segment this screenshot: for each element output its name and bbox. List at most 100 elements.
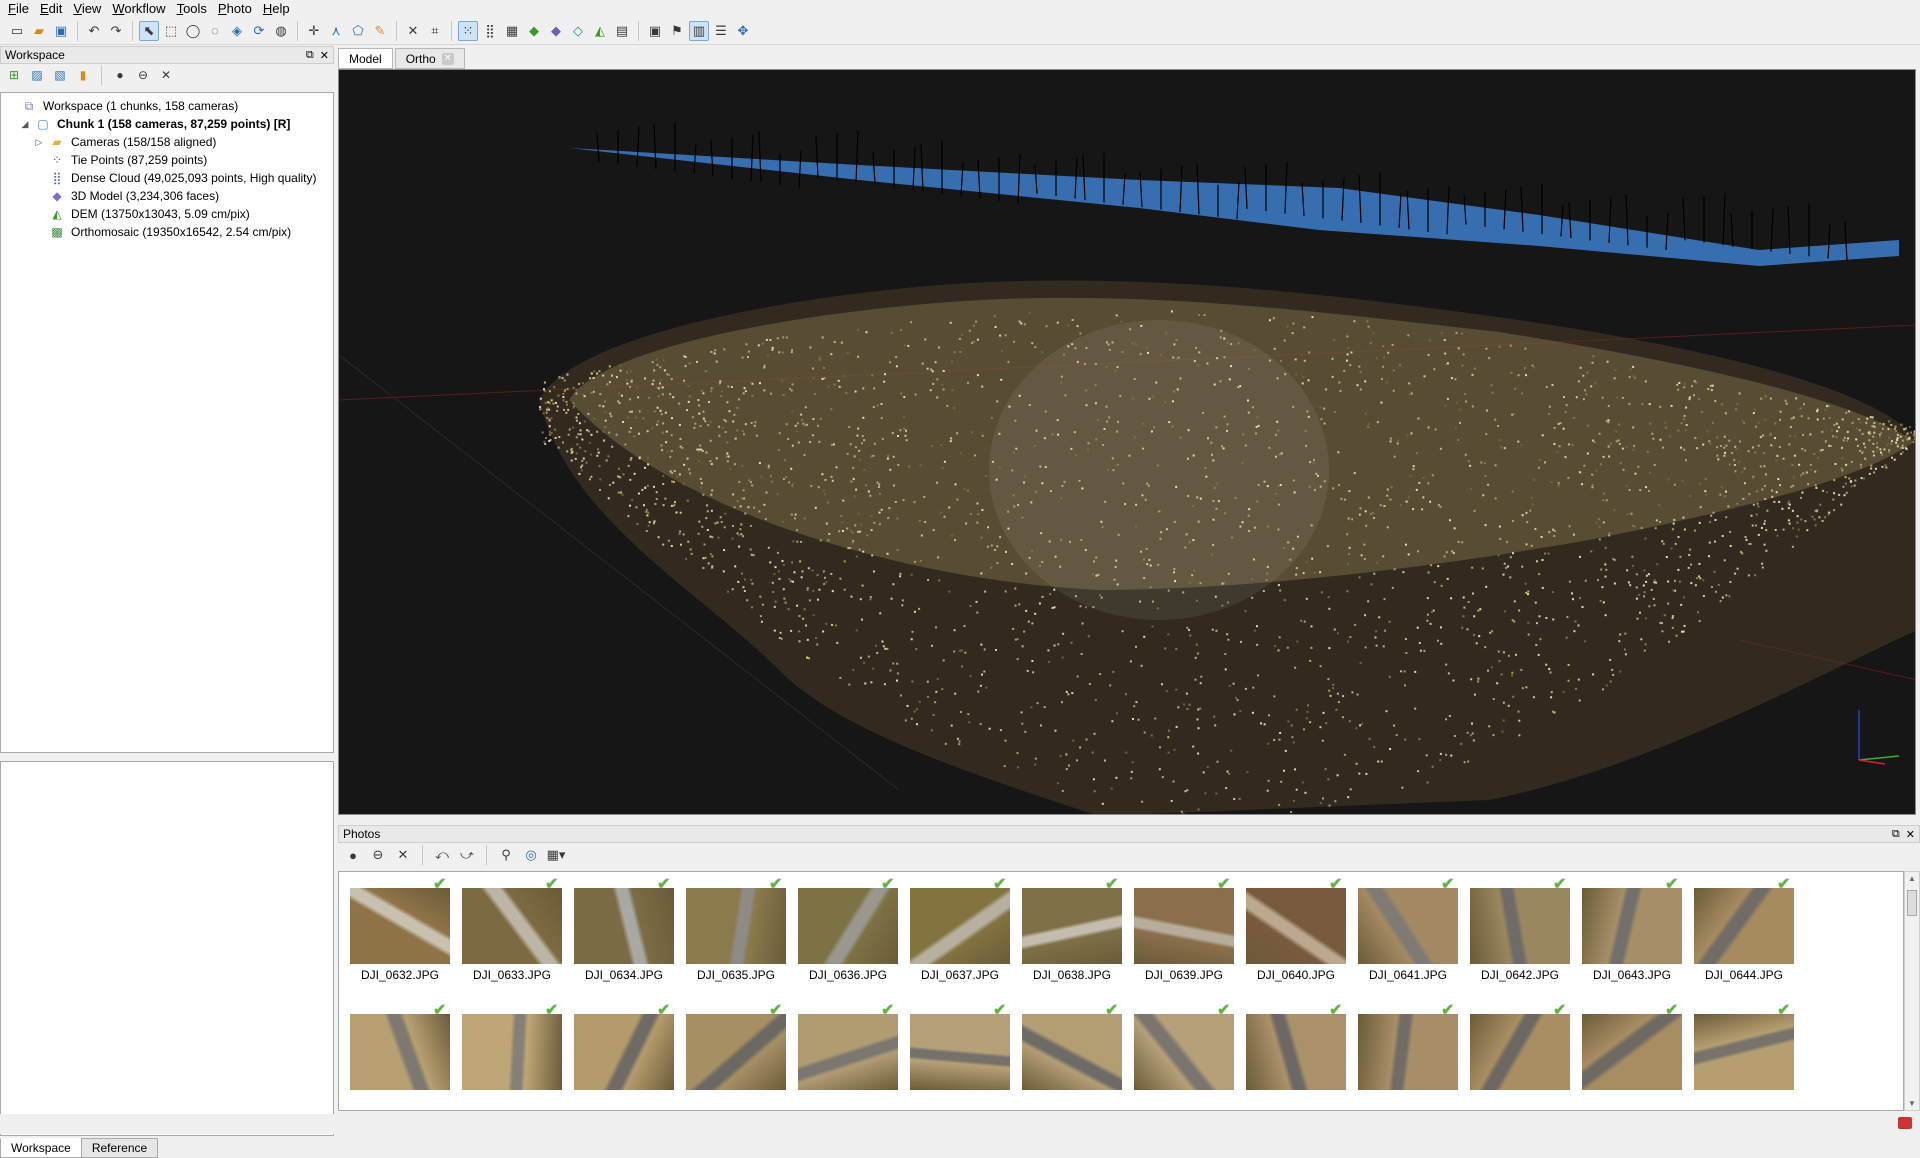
tree-item[interactable]: ▩Orthomosaic (19350x16542, 2.54 cm/pix)	[1, 223, 333, 241]
photo-thumbnail[interactable]: ✔	[563, 990, 675, 1110]
menu-view[interactable]: View	[73, 1, 101, 16]
menu-help[interactable]: Help	[263, 1, 290, 16]
open-icon[interactable]: ▰	[29, 21, 49, 41]
solid-icon[interactable]: ▦	[502, 21, 522, 41]
tree-item[interactable]: ◭DEM (13750x13043, 5.09 cm/pix)	[1, 205, 333, 223]
tree-item[interactable]: ⁘Tie Points (87,259 points)	[1, 151, 333, 169]
polygon-icon[interactable]: ⬠	[348, 21, 368, 41]
photo-thumbnail[interactable]: ✔	[339, 990, 451, 1110]
scroll-down-icon[interactable]: ▼	[1905, 1099, 1919, 1108]
free-select-icon[interactable]: ◌	[205, 21, 225, 41]
tree-item[interactable]: ◆3D Model (3,234,306 faces)	[1, 187, 333, 205]
photo-thumbnail[interactable]: ✔DJI_0633.JPG	[451, 871, 563, 984]
add-marker-icon[interactable]: ▮	[74, 66, 92, 84]
photo-thumbnail[interactable]: ✔	[1683, 990, 1795, 1110]
show-cameras-icon[interactable]: ▣	[645, 21, 665, 41]
tree-item[interactable]: ◢▢Chunk 1 (158 cameras, 87,259 points) […	[1, 115, 333, 133]
scroll-thumb[interactable]	[1907, 890, 1917, 916]
circle-select-icon[interactable]: ◯	[183, 21, 203, 41]
redo-icon[interactable]: ↷	[106, 21, 126, 41]
photo-thumbnail[interactable]: ✔	[1347, 990, 1459, 1110]
crop-icon[interactable]: ⌗	[425, 21, 445, 41]
select-icon[interactable]: ⬉	[139, 21, 159, 41]
menu-tools[interactable]: Tools	[177, 1, 207, 16]
menu-photo[interactable]: Photo	[218, 1, 252, 16]
disable-camera-icon[interactable]: ⊖	[368, 845, 388, 865]
grid-icon[interactable]: ☰	[711, 21, 731, 41]
tree-item[interactable]: ⣿Dense Cloud (49,025,093 points, High qu…	[1, 169, 333, 187]
shaded-icon[interactable]: ◆	[546, 21, 566, 41]
add-chunk-icon[interactable]: ⊞	[5, 66, 23, 84]
photo-thumbnail[interactable]: ✔	[675, 990, 787, 1110]
ruler-icon[interactable]: ⋏	[326, 21, 346, 41]
rotate-right-icon[interactable]: ⤻	[457, 845, 477, 865]
disable-icon[interactable]: ⊖	[134, 66, 152, 84]
photo-thumbnail[interactable]: ✔DJI_0641.JPG	[1347, 871, 1459, 984]
marker-icon[interactable]: ✛	[304, 21, 324, 41]
photo-grid-scrollbar[interactable]: ▲ ▼	[1904, 871, 1920, 1111]
photo-thumbnail[interactable]: ✔	[899, 990, 1011, 1110]
point-cloud-canvas[interactable]	[339, 70, 1916, 815]
photo-thumbnail[interactable]: ✔DJI_0638.JPG	[1011, 871, 1123, 984]
dem-icon[interactable]: ◭	[590, 21, 610, 41]
view-mode-icon[interactable]: ▦▾	[546, 845, 566, 865]
close-icon[interactable]: ✕	[320, 49, 329, 62]
float-icon[interactable]: ⧉	[1892, 828, 1900, 841]
photo-thumbnail[interactable]: ✔DJI_0634.JPG	[563, 871, 675, 984]
point-cloud-icon[interactable]: ⁙	[458, 21, 478, 41]
resize-region-icon[interactable]: ◈	[227, 21, 247, 41]
add-photos-icon[interactable]: ▨	[28, 66, 46, 84]
tab-workspace[interactable]: Workspace	[0, 1138, 82, 1158]
close-icon[interactable]: ✕	[1906, 828, 1915, 841]
menu-edit[interactable]: Edit	[40, 1, 62, 16]
photo-thumbnail[interactable]: ✔DJI_0639.JPG	[1123, 871, 1235, 984]
expand-arrow-icon[interactable]: ▷	[33, 137, 45, 148]
menu-file[interactable]: File	[8, 1, 29, 16]
rotate-object-icon[interactable]: ◍	[271, 21, 291, 41]
scroll-up-icon[interactable]: ▲	[1905, 874, 1919, 883]
reset-filter-icon[interactable]: ◎	[521, 845, 541, 865]
undo-icon[interactable]: ↶	[84, 21, 104, 41]
remove-icon[interactable]: ✕	[157, 66, 175, 84]
tree-item[interactable]: ⧉Workspace (1 chunks, 158 cameras)	[1, 97, 333, 115]
menu-workflow[interactable]: Workflow	[112, 1, 165, 16]
add-folder-icon[interactable]: ▧	[51, 66, 69, 84]
measure-icon[interactable]: ✎	[370, 21, 390, 41]
wireframe-icon[interactable]: ◇	[568, 21, 588, 41]
enable-icon[interactable]: ●	[111, 66, 129, 84]
tab-model[interactable]: Model	[338, 48, 393, 69]
photo-thumbnail[interactable]: ✔DJI_0637.JPG	[899, 871, 1011, 984]
dense-cloud-icon[interactable]: ⣿	[480, 21, 500, 41]
rotate-region-icon[interactable]: ⟳	[249, 21, 269, 41]
close-tab-icon[interactable]: ✕	[442, 53, 454, 65]
rotate-left-icon[interactable]: ⤺	[432, 845, 452, 865]
show-markers-icon[interactable]: ⚑	[667, 21, 687, 41]
new-icon[interactable]: ▭	[7, 21, 27, 41]
photo-thumbnail[interactable]: ✔DJI_0636.JPG	[787, 871, 899, 984]
photo-thumbnail[interactable]: ✔DJI_0632.JPG	[339, 871, 451, 984]
photo-thumbnail[interactable]: ✔DJI_0644.JPG	[1683, 871, 1795, 984]
photo-thumbnail[interactable]: ✔	[787, 990, 899, 1110]
tree-item[interactable]: ▷▰Cameras (158/158 aligned)	[1, 133, 333, 151]
delete-icon[interactable]: ✕	[403, 21, 423, 41]
remove-camera-icon[interactable]: ✕	[393, 845, 413, 865]
float-icon[interactable]: ⧉	[306, 49, 314, 62]
photo-thumbnail[interactable]: ✔	[1235, 990, 1347, 1110]
expand-arrow-icon[interactable]: ◢	[19, 119, 31, 130]
navigate-icon[interactable]: ✥	[733, 21, 753, 41]
photo-thumbnail[interactable]: ✔	[1571, 990, 1683, 1110]
photo-thumbnail[interactable]: ✔	[451, 990, 563, 1110]
model-viewport[interactable]	[338, 69, 1916, 815]
tab-reference[interactable]: Reference	[81, 1138, 158, 1158]
photo-thumbnail[interactable]: ✔DJI_0640.JPG	[1235, 871, 1347, 984]
textured-icon[interactable]: ◆	[524, 21, 544, 41]
photo-thumbnail[interactable]: ✔	[1123, 990, 1235, 1110]
photo-thumbnail[interactable]: ✔DJI_0642.JPG	[1459, 871, 1571, 984]
tab-ortho[interactable]: Ortho✕	[395, 48, 465, 69]
rect-select-icon[interactable]: ⬚	[161, 21, 181, 41]
photo-thumbnail[interactable]: ✔	[1011, 990, 1123, 1110]
photo-thumbnail[interactable]: ✔	[1459, 990, 1571, 1110]
cameras-icon[interactable]: ▤	[612, 21, 632, 41]
photo-thumbnail[interactable]: ✔DJI_0635.JPG	[675, 871, 787, 984]
enable-camera-icon[interactable]: ●	[343, 845, 363, 865]
